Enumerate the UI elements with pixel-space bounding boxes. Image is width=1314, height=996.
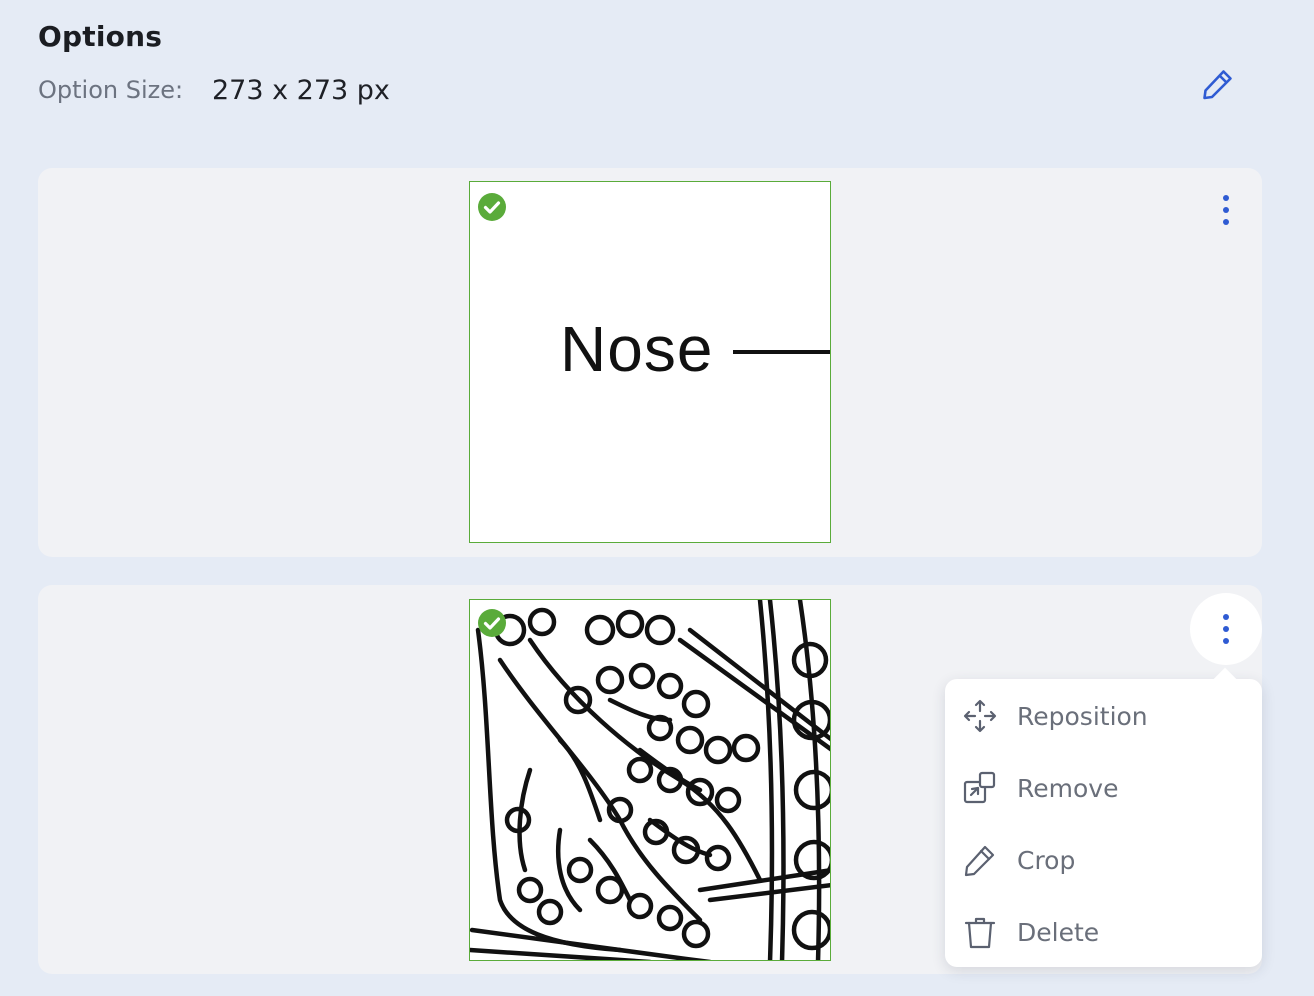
kebab-icon [1223,195,1229,225]
remove-image-icon [962,770,998,806]
more-options-button[interactable] [1190,593,1262,665]
edit-size-button[interactable] [1196,62,1240,106]
move-icon [962,698,998,734]
trash-icon [962,914,998,950]
menu-item-label: Delete [1017,917,1100,947]
selected-check-icon [478,193,506,221]
image-pointer-line [733,350,830,354]
menu-item-label: Remove [1017,773,1119,803]
option-size-label: Option Size: [38,76,184,104]
option-image[interactable]: Nose [469,181,831,543]
menu-item-delete[interactable]: Delete [945,896,1262,968]
menu-item-remove[interactable]: Remove [945,752,1262,824]
lung-illustration [470,600,830,960]
pencil-icon [962,842,998,878]
option-context-menu: Reposition Remove Crop Delete [945,679,1262,967]
menu-item-crop[interactable]: Crop [945,824,1262,896]
selected-check-icon [478,609,506,637]
option-image[interactable] [469,599,831,961]
options-panel: Options Option Size: 273 x 273 px Nose R… [0,0,1314,996]
pencil-icon [1203,70,1232,100]
option-card: Nose [38,168,1262,557]
kebab-icon [1223,614,1229,644]
image-label-text: Nose [560,313,714,385]
menu-item-label: Reposition [1017,701,1148,731]
more-options-button[interactable] [1190,174,1262,246]
section-title: Options [38,20,163,53]
option-size-value: 273 x 273 px [212,75,390,106]
menu-item-label: Crop [1017,845,1076,875]
menu-item-reposition[interactable]: Reposition [945,680,1262,752]
